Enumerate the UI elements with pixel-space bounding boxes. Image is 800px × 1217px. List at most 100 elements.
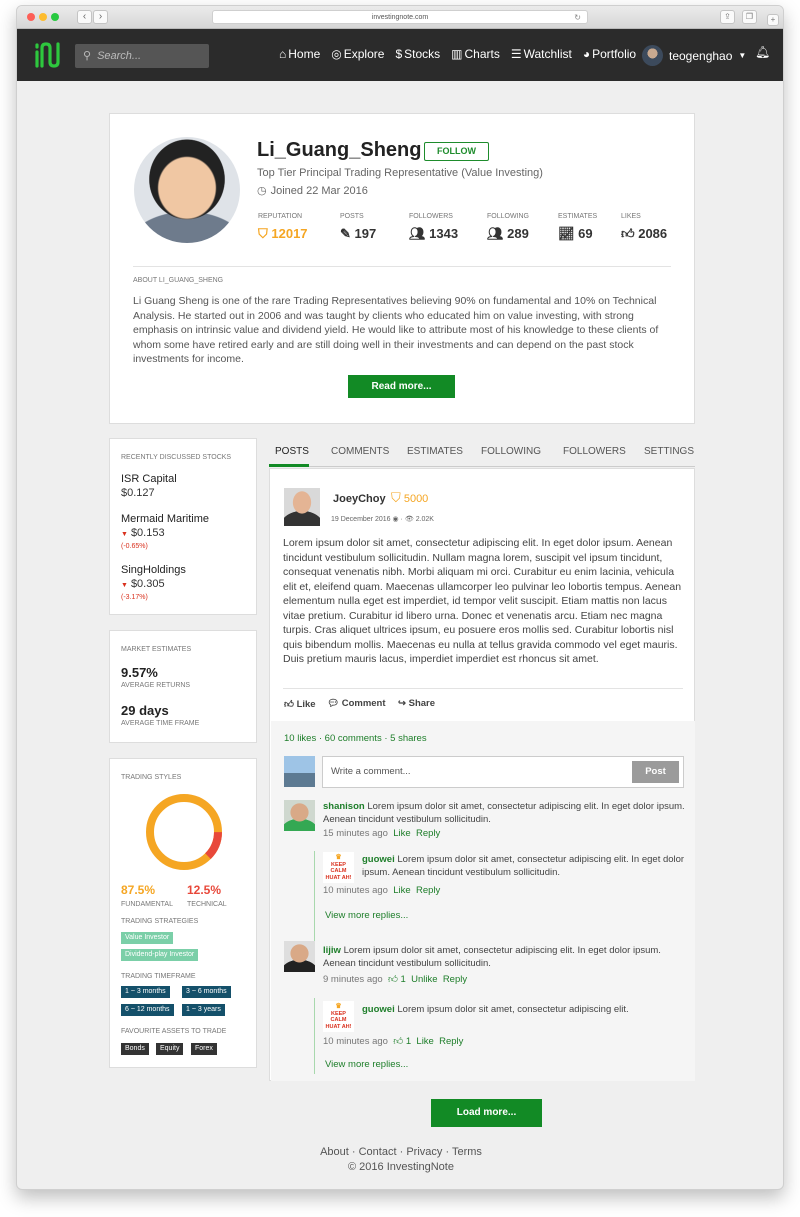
read-more-button[interactable]: Read more...	[348, 375, 455, 398]
timeframe-tag[interactable]: 1 ~ 3 years	[182, 1004, 225, 1016]
view-more-replies[interactable]: View more replies...	[325, 1059, 408, 1070]
stat-followers[interactable]: FOLLOWERS 👥︎ 1343	[409, 213, 458, 242]
back-button[interactable]: ‹	[77, 10, 92, 24]
stock-name[interactable]: Mermaid Maritime	[121, 513, 209, 525]
asset-tag[interactable]: Bonds	[121, 1043, 149, 1055]
close-window-button[interactable]	[27, 13, 35, 21]
tab-following[interactable]: FOLLOWING	[481, 446, 541, 457]
comment-reply-link[interactable]: Reply	[439, 1036, 463, 1047]
trading-styles-donut	[146, 794, 222, 870]
address-bar[interactable]: investingnote.com ↻	[212, 10, 588, 24]
nav-link-portfolio[interactable]: ◕ Portfolio	[583, 47, 636, 61]
investingnote-logo[interactable]	[33, 40, 63, 70]
user-menu[interactable]: teogenghao ▼	[642, 45, 746, 66]
view-more-replies[interactable]: View more replies...	[325, 910, 408, 921]
tab-comments[interactable]: COMMENTS	[331, 446, 389, 457]
asset-tag[interactable]: Equity	[156, 1043, 184, 1055]
tab-posts[interactable]: POSTS	[275, 446, 309, 457]
timeframe-tag[interactable]: 1 ~ 3 months	[121, 986, 170, 998]
comment-likes: 👍︎ 1	[393, 1036, 411, 1047]
bell-icon[interactable]: 🔔︎	[755, 45, 770, 59]
bar-chart-icon: ▥	[451, 47, 463, 61]
comment-unlike-link[interactable]: Unlike	[411, 974, 437, 985]
share-button[interactable]: ⇪	[720, 10, 735, 24]
commenter-name[interactable]: guowei	[362, 1004, 395, 1015]
follow-button[interactable]: FOLLOW	[424, 142, 489, 161]
footer-link-contact[interactable]: Contact	[359, 1146, 397, 1158]
comment-like-link[interactable]: Like	[393, 828, 410, 839]
search-input[interactable]: ⚲ Search...	[75, 44, 209, 68]
keep-calm-avatar[interactable]: ♛ KEEP CALM HUAT AH!	[323, 852, 354, 883]
username[interactable]: teogenghao	[669, 49, 732, 63]
footer-link-about[interactable]: About	[320, 1146, 349, 1158]
zoom-window-button[interactable]	[51, 13, 59, 21]
comment-reply-link[interactable]: Reply	[443, 974, 467, 985]
list-icon: ☰	[510, 47, 522, 61]
comment-like-link[interactable]: Like	[393, 885, 410, 896]
comment-meta: 9 minutes ago 👍︎ 1 Unlike Reply	[323, 973, 467, 985]
recent-stocks-card: RECENTLY DISCUSSED STOCKS ISR Capital $0…	[109, 438, 257, 615]
stat-following[interactable]: FOLLOWING 👥︎ 289	[487, 213, 529, 242]
commenter-name[interactable]: guowei	[362, 854, 395, 865]
keep-calm-avatar[interactable]: ♛ KEEP CALM HUAT AH!	[323, 1001, 354, 1032]
commenter-name[interactable]: lijiw	[323, 945, 341, 956]
comment-body: Lorem ipsum dolor sit amet, consectetur …	[323, 801, 685, 825]
post-reputation-value: 5000	[403, 493, 429, 505]
comment-likes: 👍︎ 1	[388, 974, 406, 985]
comment-text: lijiw Lorem ipsum dolor sit amet, consec…	[323, 944, 685, 970]
tab-settings[interactable]: SETTINGS	[644, 446, 694, 457]
footer-link-terms[interactable]: Terms	[452, 1146, 482, 1158]
commenter-name[interactable]: shanison	[323, 801, 365, 812]
timeframe-tag[interactable]: 3 ~ 6 months	[182, 986, 231, 998]
comment-reply-link[interactable]: Reply	[416, 828, 440, 839]
commenter-avatar[interactable]	[284, 941, 315, 972]
stat-posts[interactable]: POSTS ✎ 197	[340, 213, 376, 242]
comments-count[interactable]: 60 comments	[325, 733, 382, 744]
profile-title: Top Tier Principal Trading Representativ…	[257, 167, 543, 179]
user-avatar[interactable]	[642, 45, 663, 66]
tab-estimates[interactable]: ESTIMATES	[407, 446, 463, 457]
nav-link-stocks[interactable]: $ Stocks	[395, 47, 440, 61]
down-arrow-icon: ▼	[121, 531, 128, 538]
caret-down-icon[interactable]: ▼	[738, 51, 746, 60]
reply-thread-line	[314, 851, 315, 946]
nav-link-charts[interactable]: ▥ Charts	[451, 47, 500, 61]
browser-chrome: ‹ › investingnote.com ↻ ⇪ ❐ +	[17, 6, 783, 29]
asset-tag[interactable]: Forex	[191, 1043, 217, 1055]
tabs-button[interactable]: ❐	[742, 10, 757, 24]
tab-followers[interactable]: FOLLOWERS	[563, 446, 626, 457]
stock-name[interactable]: SingHoldings	[121, 564, 186, 576]
reload-icon[interactable]: ↻	[574, 11, 581, 24]
stat-estimates[interactable]: ESTIMATES 📈︎ 69	[558, 213, 597, 242]
load-more-button[interactable]: Load more...	[431, 1099, 542, 1127]
strategy-tag[interactable]: Dividend-play Investor	[121, 949, 199, 961]
nav-link-explore[interactable]: ◎ Explore	[331, 47, 384, 61]
timeframe-tag[interactable]: 6 ~ 12 months	[121, 1004, 174, 1016]
post-author-avatar[interactable]	[284, 488, 320, 526]
shares-count[interactable]: 5 shares	[390, 733, 426, 744]
new-tab-button[interactable]: +	[767, 14, 779, 26]
comment-text: guowei Lorem ipsum dolor sit amet, conse…	[362, 853, 685, 879]
post-author[interactable]: JoeyChoy	[333, 493, 386, 505]
nav-link-label: Home	[288, 47, 321, 61]
post-engagement: 10 likes · 60 comments · 5 shares	[284, 733, 427, 744]
technical-percent: 12.5%	[187, 883, 222, 897]
nav-link-home[interactable]: ⌂ Home	[279, 47, 320, 61]
post-comment-button[interactable]: Post	[632, 761, 679, 783]
nav-link-watchlist[interactable]: ☰ Watchlist	[511, 47, 572, 61]
likes-count[interactable]: 10 likes	[284, 733, 316, 744]
minimize-window-button[interactable]	[39, 13, 47, 21]
commenter-avatar[interactable]	[284, 800, 315, 831]
comment-action[interactable]: 💬︎ Comment	[327, 698, 386, 709]
strategy-tag[interactable]: Value Investor	[121, 932, 174, 944]
comment-reply-link[interactable]: Reply	[416, 885, 440, 896]
stat-likes[interactable]: LIKES 👍︎ 2086	[621, 213, 667, 242]
footer-link-privacy[interactable]: Privacy	[406, 1146, 442, 1158]
comment-like-link[interactable]: Like	[416, 1036, 433, 1047]
share-action[interactable]: ↪ Share	[398, 698, 435, 709]
comment-input[interactable]: Write a comment...	[322, 756, 684, 788]
forward-button[interactable]: ›	[93, 10, 108, 24]
globe-icon: ◉	[392, 516, 399, 523]
stock-name[interactable]: ISR Capital	[121, 473, 177, 485]
like-action[interactable]: 👍︎ Like	[284, 698, 316, 710]
